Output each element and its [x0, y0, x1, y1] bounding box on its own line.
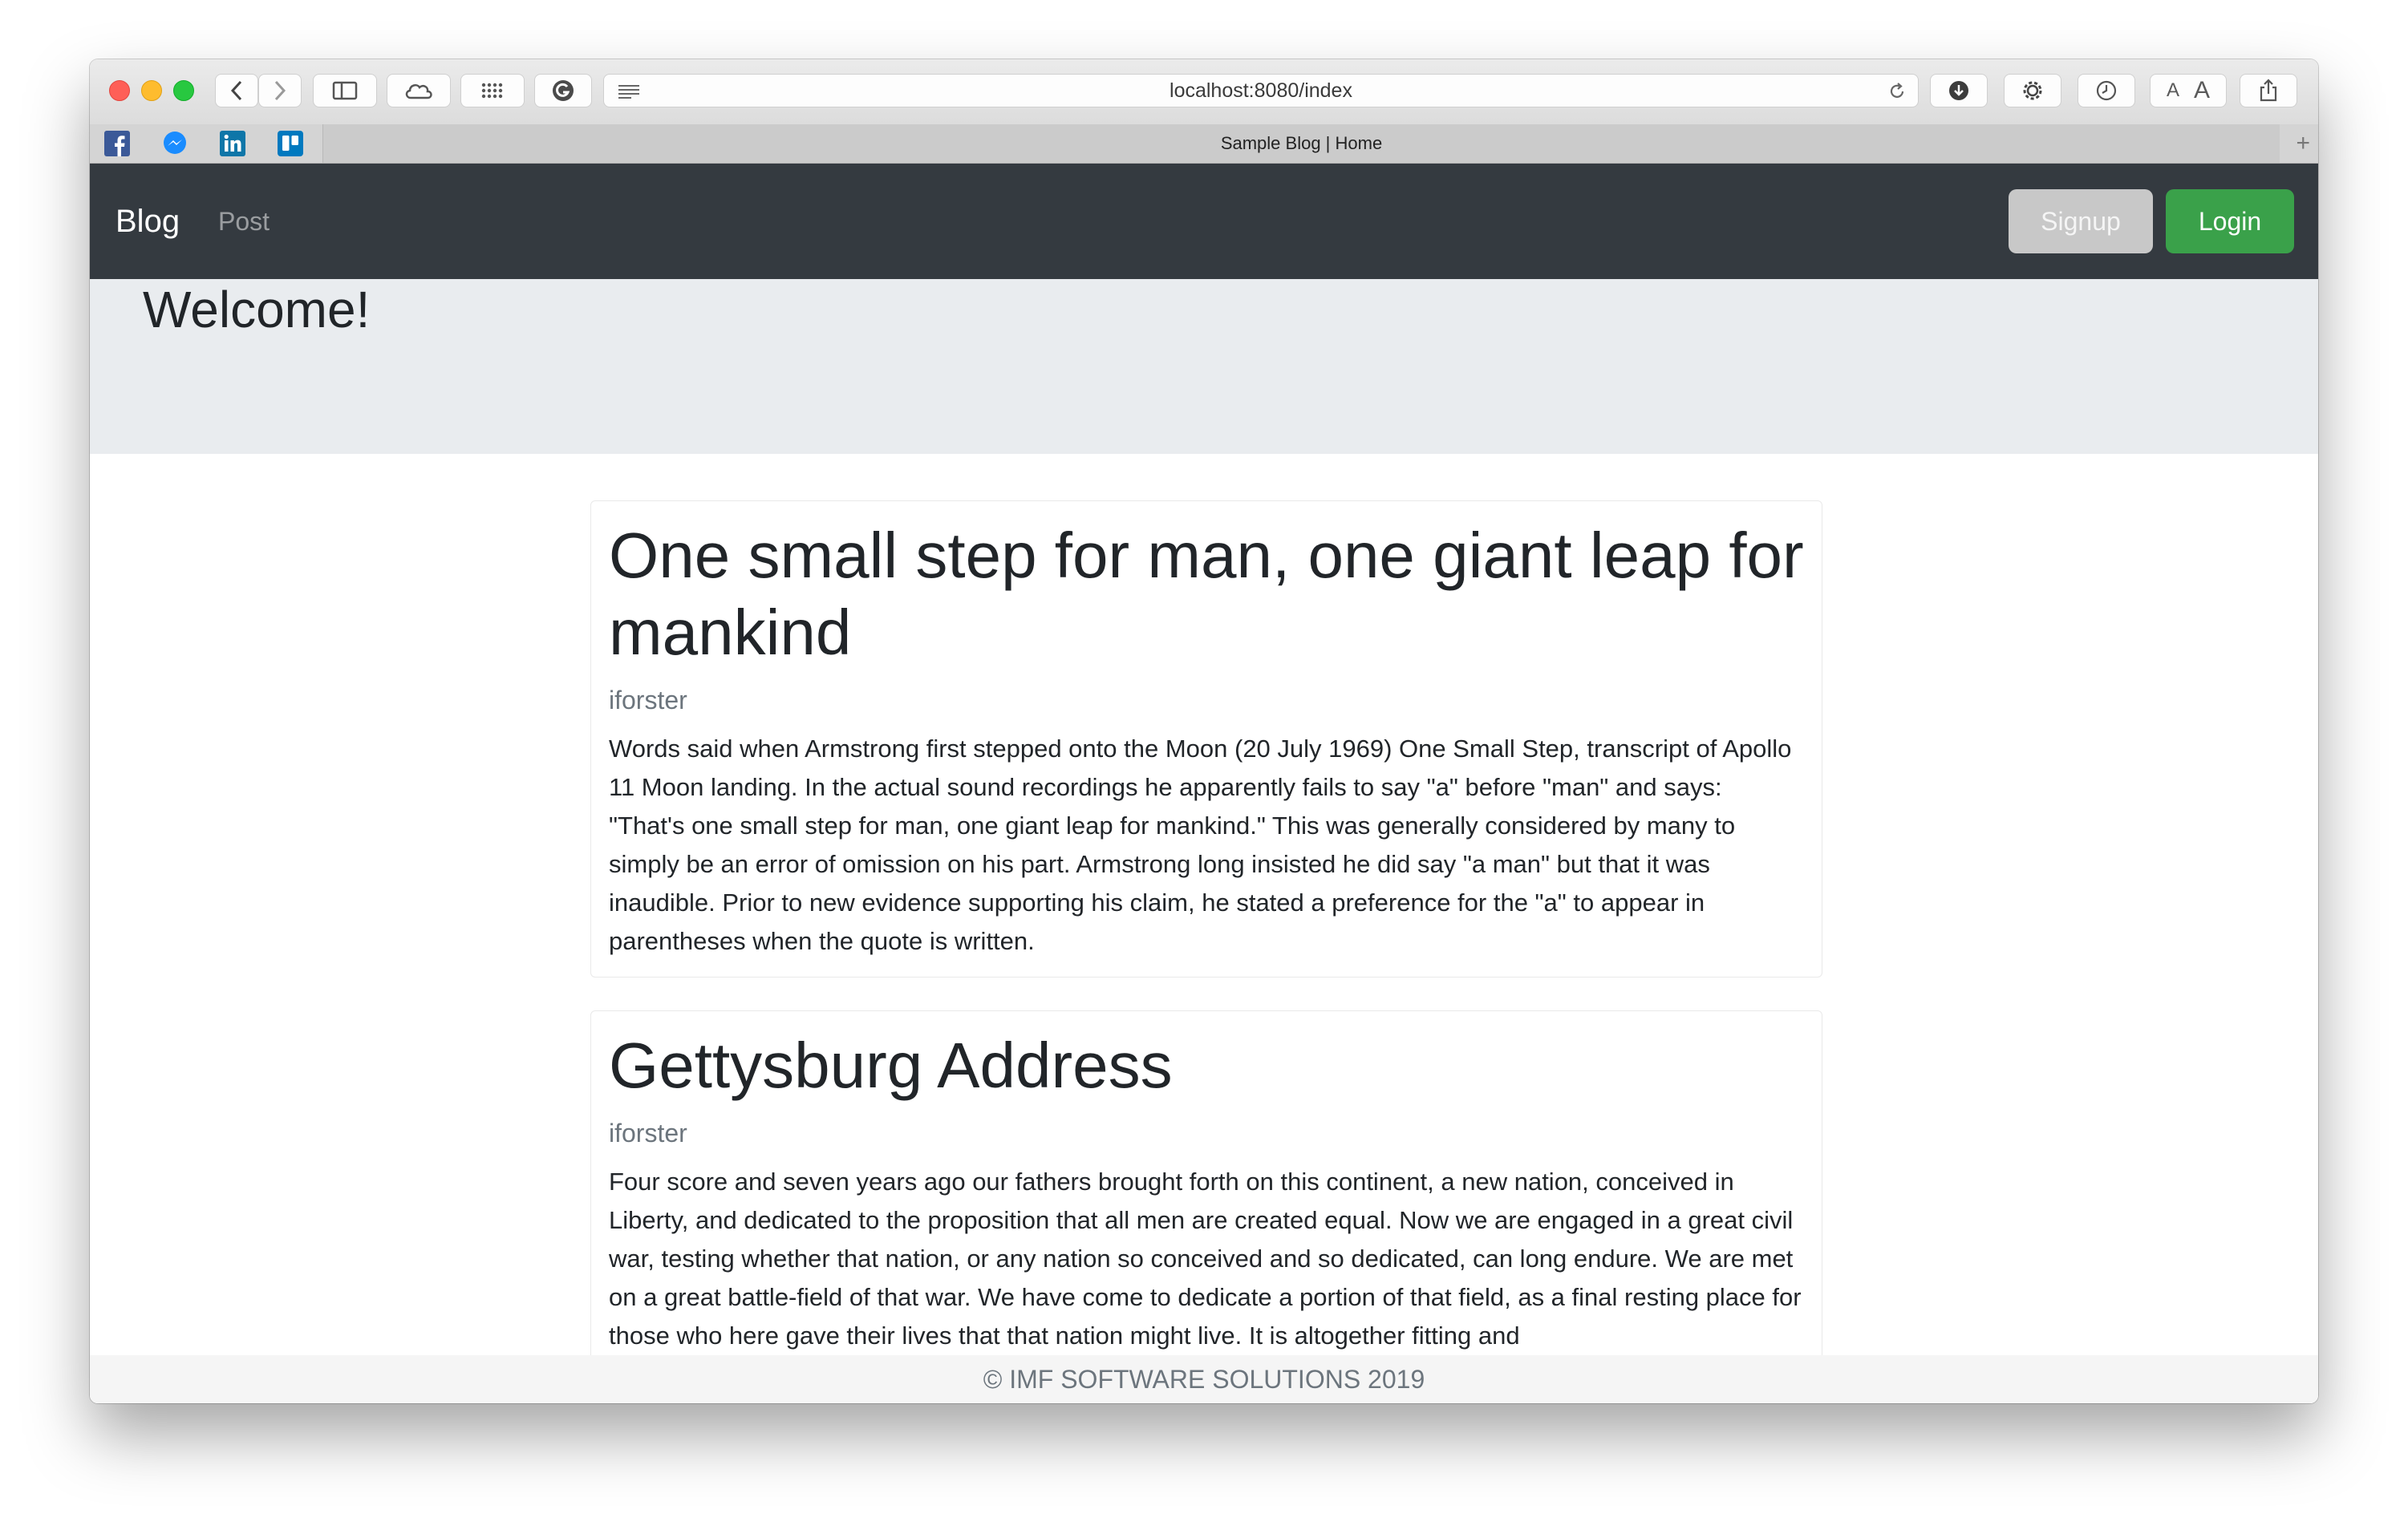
- bookmark-messenger-icon[interactable]: [162, 131, 188, 156]
- reload-icon[interactable]: [1887, 82, 1907, 101]
- bookmark-facebook-icon[interactable]: [104, 131, 130, 156]
- footer: © IMF SOFTWARE SOLUTIONS 2019: [90, 1355, 2318, 1403]
- copyright-text: © IMF SOFTWARE SOLUTIONS 2019: [983, 1365, 1425, 1394]
- forward-button[interactable]: [258, 74, 302, 107]
- sidebar-icon: [332, 81, 358, 100]
- url-text: localhost:8080/index: [1170, 79, 1352, 102]
- share-icon: [2260, 79, 2277, 102]
- back-button[interactable]: [215, 74, 258, 107]
- gear-icon: [2023, 81, 2042, 100]
- font-larger-icon[interactable]: A: [2194, 77, 2210, 104]
- post-title[interactable]: One small step for man, one giant leap f…: [609, 517, 1804, 671]
- browser-window: localhost:8080/index A A Sample Blog | H…: [90, 59, 2318, 1403]
- navbar-brand[interactable]: Blog: [116, 164, 180, 279]
- chevron-right-icon: [274, 80, 286, 101]
- downloads-button[interactable]: [1930, 74, 1988, 107]
- web-page: Blog Post Signup Login Welcome! One smal…: [90, 164, 2318, 1403]
- font-smaller-icon[interactable]: A: [2167, 79, 2179, 102]
- login-button[interactable]: Login: [2166, 189, 2294, 253]
- jumbotron: Welcome!: [90, 279, 2318, 454]
- post-card: One small step for man, one giant leap f…: [590, 500, 1822, 978]
- post-card: Gettysburg Address iforster Four score a…: [590, 1010, 1822, 1403]
- post-body: Words said when Armstrong first stepped …: [609, 735, 1792, 955]
- history-button[interactable]: [2078, 74, 2135, 107]
- sidebar-toggle-button[interactable]: [313, 74, 377, 107]
- browser-toolbar: localhost:8080/index A A: [90, 59, 2318, 125]
- tab-active[interactable]: Sample Blog | Home: [322, 124, 2280, 163]
- minimize-window-button[interactable]: [141, 80, 162, 101]
- zoom-window-button[interactable]: [173, 80, 194, 101]
- address-bar[interactable]: localhost:8080/index: [603, 74, 1919, 107]
- text-size-buttons[interactable]: A A: [2150, 74, 2227, 107]
- welcome-heading: Welcome!: [143, 281, 371, 338]
- bookmark-linkedin-icon[interactable]: [220, 131, 245, 156]
- close-window-button[interactable]: [109, 80, 130, 101]
- navbar: Blog Post Signup Login: [90, 164, 2318, 279]
- bookmark-trello-icon[interactable]: [278, 131, 303, 156]
- post-title[interactable]: Gettysburg Address: [609, 1027, 1804, 1104]
- cloud-icon: [405, 83, 432, 99]
- clock-icon: [2096, 80, 2117, 101]
- signup-button[interactable]: Signup: [2009, 189, 2153, 253]
- grammarly-icon: [553, 80, 574, 101]
- post-author: iforster: [609, 686, 687, 714]
- tab-bar: Sample Blog | Home +: [90, 124, 2318, 164]
- new-tab-button[interactable]: +: [2296, 129, 2310, 158]
- top-sites-button[interactable]: [460, 74, 525, 107]
- grammarly-extension-button[interactable]: [534, 74, 592, 107]
- chevron-left-icon: [230, 80, 242, 101]
- grid-icon: [481, 83, 503, 99]
- post-author: iforster: [609, 1119, 687, 1148]
- settings-button[interactable]: [2004, 74, 2061, 107]
- icloud-tabs-button[interactable]: [387, 74, 451, 107]
- share-button[interactable]: [2240, 74, 2297, 107]
- nav-link-post[interactable]: Post: [218, 164, 270, 279]
- post-body: Four score and seven years ago our fathe…: [609, 1168, 1802, 1350]
- download-icon: [1949, 81, 1968, 100]
